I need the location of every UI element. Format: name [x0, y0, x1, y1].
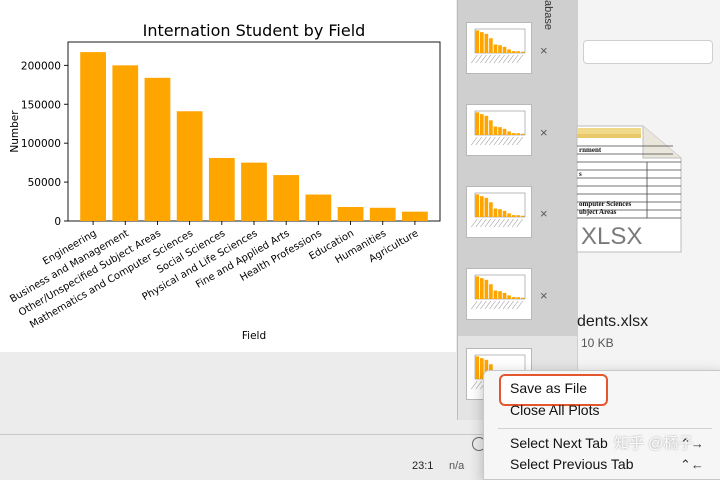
plot-canvas[interactable]: Internation Student by Field 0 50000 100000… [0, 0, 456, 352]
doc-line: s [579, 170, 582, 178]
thumbnail-bar [507, 49, 511, 53]
thumbnail-bar [516, 297, 520, 299]
preview-search-field[interactable] [583, 40, 713, 64]
close-thumbnail-icon[interactable]: × [540, 125, 548, 140]
file-name: dents.xlsx [577, 313, 649, 330]
cursor-position: 23:1 [412, 460, 434, 472]
thumbnail-bar [489, 38, 493, 53]
thumbnail-bar [507, 295, 511, 299]
thumbnail-bar [502, 128, 507, 135]
doc-type-label: XLSX [581, 223, 642, 250]
thumbnail-bar [516, 215, 520, 217]
menu-item-select-next-tab[interactable]: Select Next Tab [510, 435, 608, 451]
vertical-tab-label[interactable]: abase [542, 0, 554, 30]
y-tick-label: 0 [54, 216, 61, 228]
thumbnail-bar [511, 297, 516, 299]
thumbnail-bar [520, 133, 525, 135]
bar [402, 211, 428, 221]
thumbnail-bar [493, 208, 498, 217]
bar [273, 175, 300, 221]
plot-thumbnail[interactable] [466, 268, 532, 320]
y-tick-label: 100000 [21, 138, 61, 150]
plot-thumbnail[interactable] [466, 22, 532, 74]
thumbnail-bar [498, 291, 502, 299]
thumbnail-bar [489, 120, 493, 135]
close-thumbnail-icon[interactable]: × [540, 288, 548, 303]
thumbnail-bar [502, 292, 507, 299]
shortcut-select-previous-tab: ⌃← [680, 457, 704, 472]
thumbnail-bar [493, 44, 498, 53]
thumbnail-bar [484, 33, 489, 53]
doc-line: rnment [579, 146, 602, 154]
plot-pane-background [0, 352, 456, 434]
doc-line: omputer Sciences [579, 200, 631, 208]
close-thumbnail-icon[interactable]: × [540, 206, 548, 221]
thumbnail-bar [511, 215, 516, 217]
bar-chart: Internation Student by Field 0 50000 100000… [8, 21, 441, 342]
bar [369, 207, 396, 221]
thumbnail-bar [489, 284, 493, 299]
thumbnail-bar [489, 202, 493, 217]
watermark: 知乎 @橘子 [614, 435, 694, 452]
thumbnail-bar [480, 278, 484, 299]
menu-item-save-as-file[interactable]: Save as File [510, 380, 587, 396]
plot-thumbnail[interactable] [466, 186, 532, 238]
thumbnail-bar [502, 210, 507, 217]
bar [80, 52, 106, 222]
thumbnail-bar [475, 112, 480, 135]
bar [208, 157, 235, 221]
thumbnail-bar [498, 127, 502, 135]
thumbnail-bar [498, 209, 502, 217]
thumbnail-bar [484, 115, 489, 135]
bar [112, 65, 139, 221]
file-encoding: n/a [449, 460, 465, 472]
plot-thumbnail[interactable] [466, 104, 532, 156]
y-tick-label: 50000 [28, 177, 61, 189]
thumbnail-bar [498, 45, 502, 53]
thumbnail-bar [493, 290, 498, 299]
thumbnail-bar [493, 126, 498, 135]
thumbnail-bar [516, 133, 520, 135]
thumbnail-bar [480, 32, 484, 53]
thumbnail-bar [484, 279, 489, 299]
chart-title: Internation Student by Field [143, 21, 366, 40]
thumbnail-bar [502, 46, 507, 53]
thumbnail-bar [520, 297, 525, 299]
thumbnail-bar [475, 356, 480, 379]
thumbnail-bar [475, 194, 480, 217]
y-tick-label: 200000 [21, 60, 61, 72]
thumbnail-bar [480, 114, 484, 135]
spreadsheet-document-icon: rnment s omputer Sciences ubject Areas X… [576, 125, 682, 253]
bar [305, 194, 332, 221]
thumbnail-bar [511, 133, 516, 135]
thumbnail-bar [475, 30, 480, 53]
thumbnail-bar [475, 276, 480, 299]
thumbnail-bar [516, 51, 520, 53]
x-axis-label: Field [242, 330, 266, 342]
y-tick-label: 150000 [21, 99, 61, 111]
bar [337, 206, 364, 221]
thumbnail-bar [507, 131, 511, 135]
bar [241, 162, 267, 221]
thumbnail-bar [507, 213, 511, 217]
plot-thumbnail-strip[interactable]: × × × × [457, 0, 578, 336]
thumbnail-bar [511, 51, 516, 53]
menu-separator [498, 428, 712, 429]
thumbnail-bar [520, 215, 525, 217]
close-thumbnail-icon[interactable]: × [540, 43, 548, 58]
y-axis-label: Number [9, 110, 21, 153]
menu-item-close-all-plots[interactable]: Close All Plots [510, 402, 599, 418]
file-size: 10 KB [581, 336, 614, 350]
menu-item-select-previous-tab[interactable]: Select Previous Tab [510, 456, 633, 472]
bar [176, 111, 203, 221]
doc-line: ubject Areas [579, 208, 617, 216]
thumbnail-bar [480, 196, 484, 217]
thumbnail-bar [484, 197, 489, 217]
bar [144, 77, 171, 221]
thumbnail-bar [520, 51, 525, 53]
